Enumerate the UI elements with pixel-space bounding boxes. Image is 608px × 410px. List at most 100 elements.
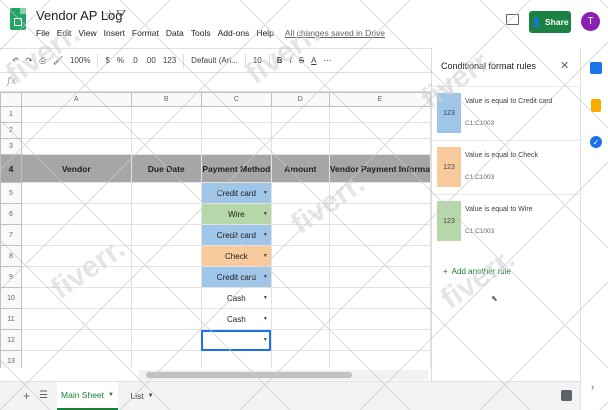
undo-icon[interactable]: ↶ xyxy=(12,56,19,65)
cell[interactable] xyxy=(270,224,330,246)
cell[interactable] xyxy=(328,245,431,267)
cell[interactable] xyxy=(21,245,132,267)
star-icon[interactable]: ☆ xyxy=(104,7,116,23)
cell[interactable] xyxy=(270,266,330,288)
decrease-decimal-button[interactable]: .0 xyxy=(131,56,138,65)
chevron-down-icon[interactable]: ▼ xyxy=(148,393,154,399)
menu-insert[interactable]: Insert xyxy=(104,28,125,42)
cell[interactable] xyxy=(328,287,431,309)
dropdown-arrow-icon[interactable]: ▼ xyxy=(263,274,268,280)
cell[interactable] xyxy=(270,203,330,225)
cell[interactable] xyxy=(328,122,431,139)
cell[interactable] xyxy=(328,329,431,351)
keep-icon[interactable] xyxy=(591,99,601,112)
italic-button[interactable]: I xyxy=(290,56,292,65)
payment-method-cell[interactable]: Cash ▼ xyxy=(200,308,272,330)
cell[interactable] xyxy=(130,138,202,155)
column-header-e[interactable]: E xyxy=(328,92,431,107)
increase-decimal-button[interactable]: .00 xyxy=(145,56,156,65)
menu-format[interactable]: Format xyxy=(132,28,159,42)
font-size-select[interactable]: 10 xyxy=(253,56,262,65)
cell[interactable] xyxy=(270,182,330,204)
scrollbar-thumb[interactable] xyxy=(146,372,352,378)
cell[interactable] xyxy=(21,329,132,351)
redo-icon[interactable]: ↷ xyxy=(26,56,33,65)
cell[interactable] xyxy=(270,106,330,123)
cell[interactable] xyxy=(130,122,202,139)
chevron-down-icon[interactable]: ▼ xyxy=(108,392,114,398)
cell[interactable] xyxy=(130,182,202,204)
tab-list[interactable]: List ▼ xyxy=(122,382,162,410)
row-header[interactable]: 5 xyxy=(0,182,22,204)
column-header-a[interactable]: A xyxy=(21,92,132,107)
more-options-icon[interactable]: ⋯ xyxy=(323,56,331,65)
text-color-button[interactable]: A xyxy=(311,56,316,65)
cell[interactable] xyxy=(270,329,330,351)
chevron-right-icon[interactable]: › xyxy=(591,382,594,393)
row-header[interactable]: 7 xyxy=(0,224,22,246)
header-amount[interactable]: Amount xyxy=(270,154,330,183)
selected-cell[interactable]: ▼ xyxy=(200,329,272,351)
font-select[interactable]: Default (Ari... xyxy=(191,56,238,65)
menu-file[interactable]: File xyxy=(36,28,50,42)
percent-format-button[interactable]: % xyxy=(117,56,124,65)
zoom-select[interactable]: 100% xyxy=(70,56,90,65)
row-header[interactable]: 4 xyxy=(0,154,22,183)
menu-data[interactable]: Data xyxy=(166,28,184,42)
formula-bar[interactable]: fx xyxy=(0,72,431,92)
move-to-drive-icon[interactable]: ⛛ xyxy=(116,7,126,22)
cell[interactable] xyxy=(270,287,330,309)
cell[interactable] xyxy=(270,122,330,139)
currency-format-button[interactable]: $ xyxy=(105,56,109,65)
menu-help[interactable]: Help xyxy=(256,28,273,42)
row-header[interactable]: 1 xyxy=(0,106,22,123)
strikethrough-button[interactable]: S xyxy=(299,56,304,65)
cell[interactable] xyxy=(130,203,202,225)
payment-method-cell[interactable]: Credit card ▼ xyxy=(200,224,272,246)
cell[interactable] xyxy=(21,106,132,123)
dropdown-arrow-icon[interactable]: ▼ xyxy=(263,316,268,322)
cell[interactable] xyxy=(130,106,202,123)
cell[interactable] xyxy=(130,224,202,246)
cell[interactable] xyxy=(21,138,132,155)
format-rule[interactable]: 123 Value is equal to Check C1:C1003 xyxy=(432,140,580,192)
horizontal-scrollbar[interactable] xyxy=(138,370,428,380)
cell[interactable] xyxy=(270,138,330,155)
row-header[interactable]: 8 xyxy=(0,245,22,267)
cell[interactable] xyxy=(21,122,132,139)
cell[interactable] xyxy=(270,308,330,330)
payment-method-cell[interactable]: Credit card ▼ xyxy=(200,182,272,204)
cell[interactable] xyxy=(328,224,431,246)
cell[interactable] xyxy=(270,350,330,368)
paint-format-icon[interactable]: 🖌 xyxy=(53,56,63,65)
tab-main-sheet[interactable]: Main Sheet ▼ xyxy=(57,382,118,410)
format-rule[interactable]: 123 Value is equal to Wire C1:C1003 xyxy=(432,194,580,246)
close-icon[interactable]: ✕ xyxy=(560,59,569,72)
menu-view[interactable]: View xyxy=(78,28,96,42)
header-payment-method[interactable]: Payment Method xyxy=(200,154,272,183)
header-due-date[interactable]: Due Date xyxy=(130,154,202,183)
column-header-b[interactable]: B xyxy=(130,92,202,107)
cell[interactable] xyxy=(130,329,202,351)
cell[interactable] xyxy=(200,350,272,368)
row-header[interactable]: 12 xyxy=(0,329,22,351)
payment-method-cell[interactable]: Check ▼ xyxy=(200,245,272,267)
menu-edit[interactable]: Edit xyxy=(57,28,72,42)
cell[interactable] xyxy=(328,266,431,288)
row-header[interactable]: 11 xyxy=(0,308,22,330)
dropdown-arrow-icon[interactable]: ▼ xyxy=(263,190,268,196)
row-header[interactable]: 10 xyxy=(0,287,22,309)
cell[interactable] xyxy=(130,308,202,330)
cell[interactable] xyxy=(328,203,431,225)
menu-tools[interactable]: Tools xyxy=(191,28,211,42)
cell[interactable] xyxy=(21,350,132,368)
cell[interactable] xyxy=(21,308,132,330)
cell[interactable] xyxy=(21,287,132,309)
cell[interactable] xyxy=(200,106,272,123)
cell[interactable] xyxy=(328,308,431,330)
cell[interactable] xyxy=(328,106,431,123)
payment-method-cell[interactable]: Credit card ▼ xyxy=(200,266,272,288)
payment-method-cell[interactable]: Cash ▼ xyxy=(200,287,272,309)
cell[interactable] xyxy=(200,122,272,139)
column-header-d[interactable]: D xyxy=(270,92,330,107)
